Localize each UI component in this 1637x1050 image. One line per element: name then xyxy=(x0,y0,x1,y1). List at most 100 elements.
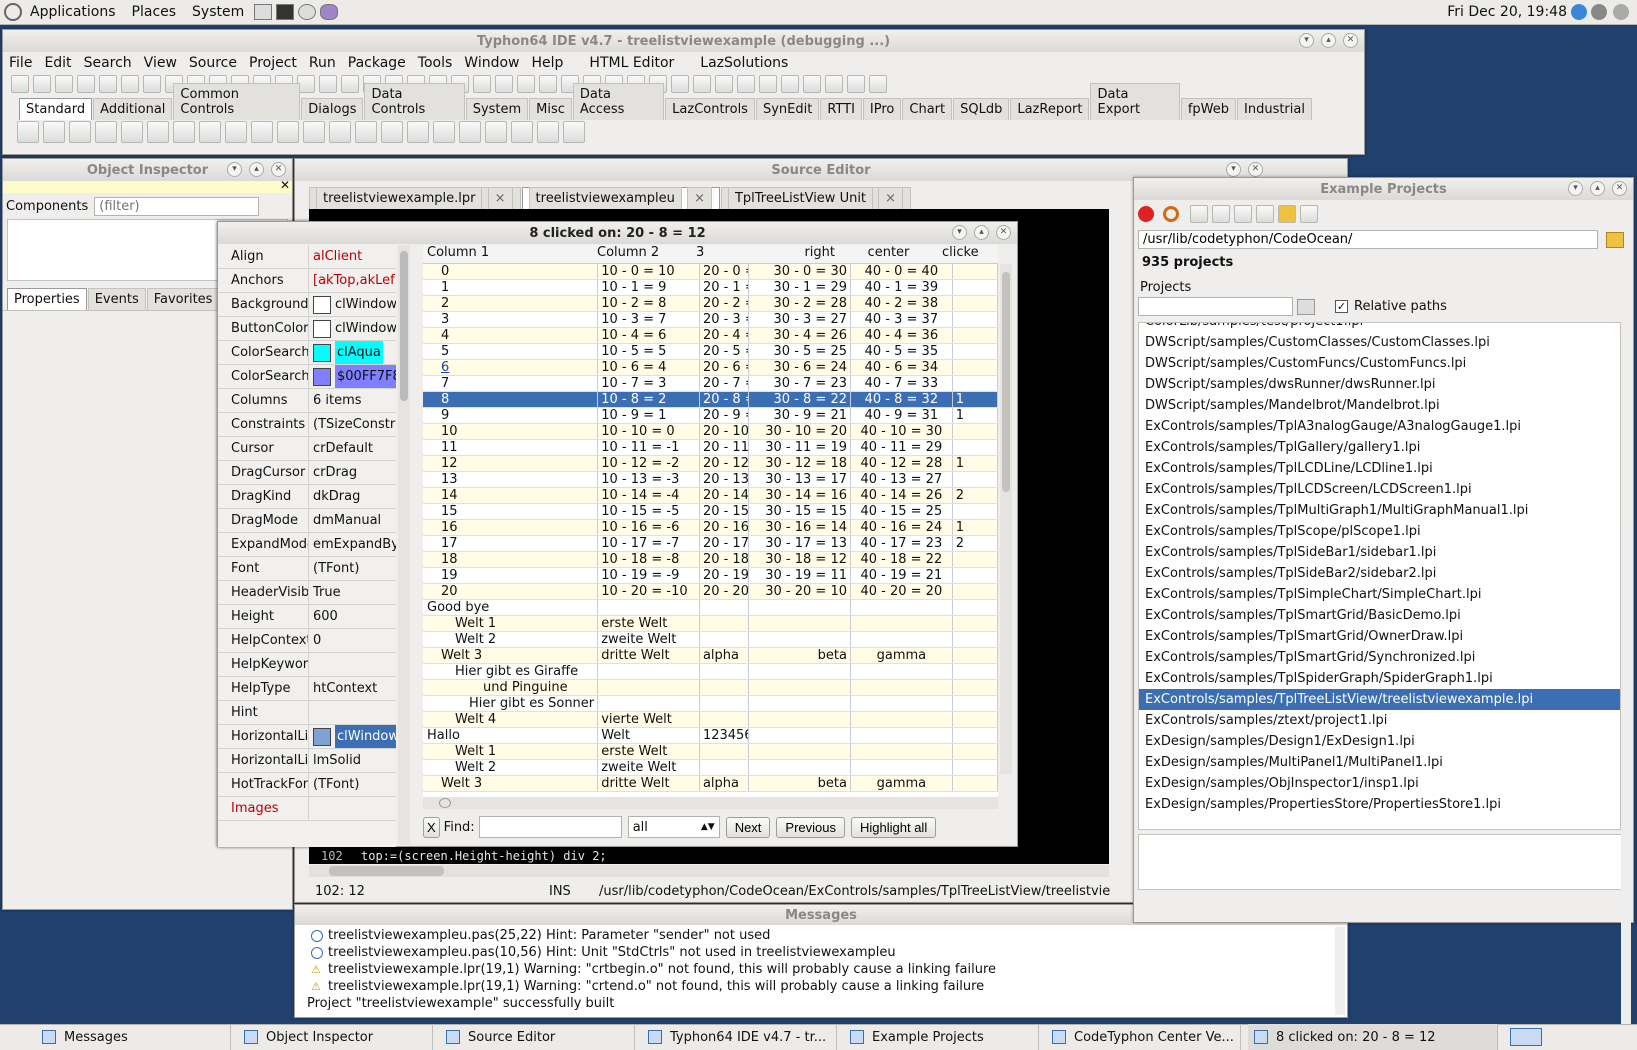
close-icon[interactable]: × xyxy=(878,187,904,209)
component-icon[interactable] xyxy=(173,121,195,143)
property-value[interactable]: clWindow xyxy=(308,317,396,340)
toolbar-button-icon[interactable] xyxy=(341,75,359,93)
property-row[interactable]: Height 600 xyxy=(218,605,396,629)
places-menu[interactable]: Places xyxy=(124,4,185,20)
palette-tab-lazcontrols[interactable]: LazControls xyxy=(665,98,755,120)
property-value[interactable]: [akTop,akLef xyxy=(308,269,396,292)
project-item[interactable]: ExControls/samples/TplScope/plScope1.lpi xyxy=(1139,521,1620,542)
project-item[interactable]: ExControls/samples/TplSideBar2/sidebar2.… xyxy=(1139,563,1620,584)
palette-tab-system[interactable]: System xyxy=(465,98,529,120)
maximize-icon[interactable]: ▴ xyxy=(974,225,989,240)
toolbar-button-icon[interactable] xyxy=(693,75,711,93)
toolbar-button-icon[interactable] xyxy=(869,75,887,93)
example-projects-titlebar[interactable]: Example Projects ▾ ▴ ✕ xyxy=(1134,178,1633,200)
stop-icon[interactable] xyxy=(1138,206,1154,222)
toolbar-button-icon[interactable] xyxy=(143,75,161,93)
component-icon[interactable] xyxy=(381,121,403,143)
close-icon[interactable]: ✕ xyxy=(996,225,1011,240)
clock[interactable]: Fri Dec 20, 19:48 xyxy=(1447,4,1567,20)
property-row[interactable]: HelpContext 0 xyxy=(218,629,396,653)
property-row[interactable]: DragMode dmManual xyxy=(218,509,396,533)
table-row[interactable]: 210 - 2 = 820 - 2 =30 - 2 = 2840 - 2 = 3… xyxy=(423,295,998,312)
project-item[interactable]: DWScript/samples/CustomFuncs/CustomFuncs… xyxy=(1139,353,1620,374)
palette-tab-industrial[interactable]: Industrial xyxy=(1237,98,1312,120)
gnome-foot-icon[interactable] xyxy=(4,3,22,21)
tree-list-view[interactable]: Column 1 Column 2 3 right center clicke … xyxy=(423,245,998,798)
property-value[interactable]: (TFont) xyxy=(308,557,396,580)
minimize-icon[interactable]: ▾ xyxy=(227,162,242,177)
toolbar-button-icon[interactable] xyxy=(121,75,139,93)
property-row[interactable]: HelpType htContext xyxy=(218,677,396,701)
projects-filter-input[interactable] xyxy=(1138,297,1293,316)
refresh-icon[interactable] xyxy=(1163,206,1179,222)
project-item[interactable]: ExControls/samples/TplMultiGraph1/MultiG… xyxy=(1139,500,1620,521)
task-example-projects[interactable]: Example Projects xyxy=(844,1024,1039,1050)
dialog-titlebar[interactable]: 8 clicked on: 20 - 8 = 12 ▾ ▴ ✕ xyxy=(218,222,1017,244)
tab-properties[interactable]: Properties xyxy=(7,288,87,310)
task-ide[interactable]: Typhon64 IDE v4.7 - tr... xyxy=(642,1024,837,1050)
property-value[interactable]: (TFont) xyxy=(308,773,396,796)
component-icon[interactable] xyxy=(251,121,273,143)
project-item[interactable]: DWScript/samples/Mandelbrot/Mandelbrot.l… xyxy=(1139,395,1620,416)
component-icon[interactable] xyxy=(485,121,507,143)
table-row[interactable]: 010 - 0 = 1020 - 0 =30 - 0 = 3040 - 0 = … xyxy=(423,264,998,280)
task-source-editor[interactable]: Source Editor xyxy=(440,1024,635,1050)
property-value[interactable]: clAqua xyxy=(308,341,396,364)
property-value[interactable]: clWindow xyxy=(308,293,396,316)
project-item[interactable]: ExControls/samples/TplSimpleChart/Simple… xyxy=(1139,584,1620,605)
palette-tab-dialogs[interactable]: Dialogs xyxy=(301,98,364,120)
property-row[interactable]: BackgroundC clWindow xyxy=(218,293,396,317)
menu-package[interactable]: Package xyxy=(342,55,412,71)
property-value[interactable]: 0 xyxy=(308,629,396,652)
menu-view[interactable]: View xyxy=(138,55,183,71)
project-item[interactable]: ExDesign/samples/PropertiesStore/Propert… xyxy=(1139,794,1620,815)
minimize-icon[interactable]: ▾ xyxy=(952,225,967,240)
header-center[interactable]: center xyxy=(839,245,938,263)
component-icon[interactable] xyxy=(433,121,455,143)
project-item[interactable]: ExDesign/samples/MultiPanel1/MultiPanel1… xyxy=(1139,752,1620,773)
add-icon[interactable] xyxy=(1234,205,1252,223)
property-value[interactable]: crDrag xyxy=(308,461,396,484)
tree-hscrollbar[interactable] xyxy=(423,797,998,809)
close-icon[interactable]: ✕ xyxy=(271,162,286,177)
property-row[interactable]: ColorSearchM $00FF7F8 xyxy=(218,365,396,389)
project-item[interactable]: ExControls/samples/TplTreeListView/treel… xyxy=(1139,689,1620,710)
property-value[interactable]: 6 items xyxy=(308,389,396,412)
menu-source[interactable]: Source xyxy=(183,55,243,71)
folder-icon[interactable] xyxy=(1278,205,1296,223)
close-icon[interactable]: ✕ xyxy=(1612,181,1627,196)
toolbar-button-icon[interactable] xyxy=(737,75,755,93)
table-row[interactable]: Welt 3 dritte Welt alpha beta gamma xyxy=(423,775,998,792)
property-row[interactable]: HeaderVisibl True xyxy=(218,581,396,605)
user-icon[interactable] xyxy=(1613,4,1629,20)
build-icon[interactable] xyxy=(1212,205,1230,223)
property-row[interactable]: Constraints (TSizeConstr xyxy=(218,413,396,437)
message-item[interactable]: treelistviewexampleu.pas(25,22) Hint: Pa… xyxy=(307,927,1347,944)
table-row[interactable]: 710 - 7 = 320 - 7 =30 - 7 = 2340 - 7 = 3… xyxy=(423,375,998,392)
palette-tab-chart[interactable]: Chart xyxy=(902,98,953,120)
header-right[interactable]: right xyxy=(740,245,839,263)
close-icon[interactable]: ✕ xyxy=(1343,33,1358,48)
component-icon[interactable] xyxy=(537,121,559,143)
property-value[interactable]: $00FF7F8 xyxy=(308,365,396,388)
close-icon[interactable]: × xyxy=(687,187,712,209)
menu-html-editor[interactable]: HTML Editor xyxy=(583,55,680,71)
table-row[interactable]: 18 10 - 18 = -8 20 - 18 30 - 18 = 12 40 - 18… xyxy=(423,551,998,568)
table-row[interactable]: 16 10 - 16 = -6 20 - 16 30 - 16 = 14 40 - 16… xyxy=(423,519,998,536)
property-row[interactable]: Cursor crDefault xyxy=(218,437,396,461)
component-icon[interactable] xyxy=(355,121,377,143)
project-item[interactable]: ExControls/samples/TplSpiderGraph/Spider… xyxy=(1139,668,1620,689)
palette-tab-data-export[interactable]: Data Export xyxy=(1090,83,1180,120)
property-value[interactable]: htContext xyxy=(308,677,396,700)
table-row[interactable]: 11 10 - 11 = -1 20 - 11 30 - 11 = 19 40 - 11… xyxy=(423,439,998,456)
menu-lazsolutions[interactable]: LazSolutions xyxy=(694,55,794,71)
filter-icon[interactable] xyxy=(1297,298,1315,315)
project-item[interactable]: ExControls/samples/TplLCDScreen/LCDScree… xyxy=(1139,479,1620,500)
table-row[interactable]: 17 10 - 17 = -7 20 - 17 30 - 17 = 13 40 - 17… xyxy=(423,535,998,552)
property-value[interactable]: dkDrag xyxy=(308,485,396,508)
toolbar-button-icon[interactable] xyxy=(473,75,491,93)
palette-tab-additional[interactable]: Additional xyxy=(93,98,173,120)
tab-treelistviewexample-lpr[interactable]: treelistviewexample.lpr × xyxy=(309,187,521,209)
component-icon[interactable] xyxy=(69,121,91,143)
property-value[interactable] xyxy=(308,653,396,676)
